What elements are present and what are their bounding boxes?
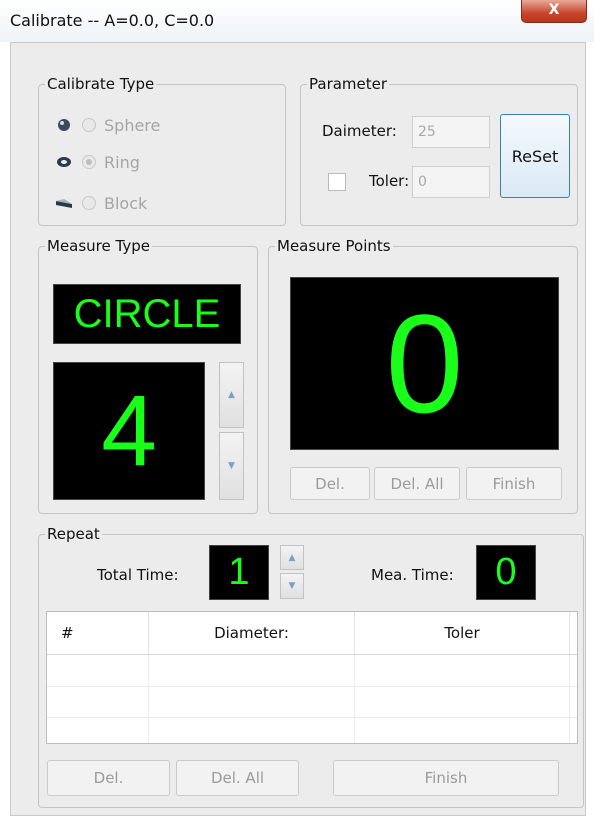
diameter-label: Daimeter: — [322, 122, 397, 140]
points-del-all-button[interactable]: Del. All — [374, 467, 460, 500]
radio-label-block: Block — [104, 193, 148, 213]
table-cell — [355, 686, 570, 717]
table-row[interactable] — [47, 717, 577, 743]
calibrate-type-legend: Calibrate Type — [47, 75, 155, 93]
table-cell — [149, 686, 355, 717]
table-cell — [149, 655, 355, 686]
table-cell — [47, 717, 149, 743]
radio-block[interactable]: Block — [54, 192, 147, 214]
count-up-button[interactable]: ▲ — [219, 362, 244, 428]
points-finish-button[interactable]: Finish — [466, 467, 562, 500]
table-row[interactable] — [47, 686, 577, 718]
reset-button[interactable]: ReSet — [500, 114, 570, 198]
toler-input[interactable]: 0 — [412, 166, 490, 198]
total-time-up-button[interactable]: ▲ — [280, 545, 304, 570]
sphere-icon — [58, 119, 70, 131]
count-down-button[interactable]: ▼ — [219, 432, 244, 500]
total-time-label: Total Time: — [97, 566, 179, 584]
repeat-results-table: # Diameter: Toler — [46, 611, 578, 744]
table-cell — [355, 655, 570, 686]
table-cell — [47, 655, 149, 686]
column-header-diameter[interactable]: Diameter: — [149, 612, 355, 654]
calibrate-window: Calibrate -- A=0.0, C=0.0 X Calibrate Ty… — [0, 0, 594, 822]
points-del-button[interactable]: Del. — [290, 467, 370, 500]
column-header-toler[interactable]: Toler — [355, 612, 570, 654]
repeat-finish-button[interactable]: Finish — [333, 760, 559, 796]
measure-type-legend: Measure Type — [47, 237, 150, 255]
measure-points-display: 0 — [290, 277, 559, 450]
toler-label: Toler: — [369, 172, 410, 190]
toler-checkbox[interactable] — [328, 173, 346, 191]
mea-time-display: 0 — [476, 545, 536, 600]
close-button[interactable]: X — [521, 0, 587, 23]
table-cell — [149, 717, 355, 743]
table-row[interactable] — [47, 655, 577, 687]
table-cell — [355, 717, 570, 743]
table-cell — [47, 686, 149, 717]
repeat-del-button[interactable]: Del. — [47, 760, 170, 796]
measure-type-display: CIRCLE — [53, 284, 241, 344]
column-header-index[interactable]: # — [47, 612, 149, 654]
ring-icon — [57, 157, 71, 167]
table-header: # Diameter: Toler — [47, 612, 577, 655]
mea-time-label: Mea. Time: — [371, 566, 454, 584]
parameter-legend: Parameter — [309, 75, 388, 93]
repeat-del-all-button[interactable]: Del. All — [176, 760, 299, 796]
radio-label-sphere: Sphere — [104, 115, 161, 135]
measure-count-display: 4 — [53, 362, 205, 500]
radio-button-ring[interactable] — [82, 155, 96, 169]
block-icon — [56, 199, 72, 208]
repeat-legend: Repeat — [47, 525, 100, 543]
radio-sphere[interactable]: Sphere — [54, 114, 160, 136]
radio-button-block[interactable] — [82, 196, 96, 210]
radio-button-sphere[interactable] — [82, 118, 96, 132]
title-bar: Calibrate -- A=0.0, C=0.0 — [0, 0, 594, 42]
diameter-input[interactable]: 25 — [412, 116, 490, 148]
radio-label-ring: Ring — [104, 152, 140, 172]
measure-points-legend: Measure Points — [277, 237, 391, 255]
radio-ring[interactable]: Ring — [54, 151, 140, 173]
total-time-display: 1 — [209, 545, 269, 600]
window-title: Calibrate -- A=0.0, C=0.0 — [10, 11, 215, 30]
total-time-down-button[interactable]: ▼ — [280, 573, 304, 599]
